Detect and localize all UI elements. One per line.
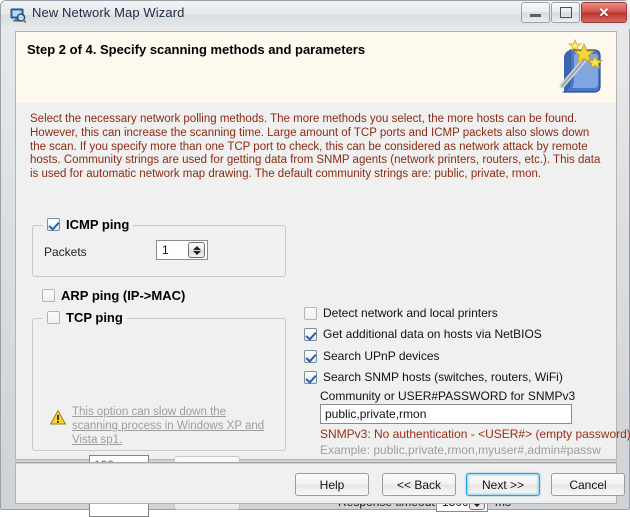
back-button[interactable]: << Back xyxy=(382,473,456,496)
checkbox-icon xyxy=(47,218,60,231)
page-title: Step 2 of 4. Specify scanning methods an… xyxy=(27,42,366,57)
snmpv3-warning: SNMPv3: No authentication - <USER#> (emp… xyxy=(320,427,630,441)
window-controls: ✕ xyxy=(520,2,627,24)
community-example: Example: public,private,rmon,myuser#,adm… xyxy=(320,443,601,457)
packets-label: Packets xyxy=(44,245,87,259)
warning-triangle-icon xyxy=(49,409,67,425)
detect-printers-label: Detect network and local printers xyxy=(323,306,498,320)
wizard-header: Step 2 of 4. Specify scanning methods an… xyxy=(15,31,617,103)
wizard-body: Select the necessary network polling met… xyxy=(15,103,630,517)
netbios-checkbox[interactable]: Get additional data on hosts via NetBIOS xyxy=(304,327,542,341)
description-text: Select the necessary network polling met… xyxy=(30,113,601,181)
arp-ping-checkbox[interactable]: ARP ping (IP->MAC) xyxy=(42,288,185,303)
detect-printers-checkbox[interactable]: Detect network and local printers xyxy=(304,306,498,320)
tcp-ping-label: TCP ping xyxy=(66,310,123,325)
window-title: New Network Map Wizard xyxy=(32,5,185,20)
restore-icon xyxy=(552,3,579,22)
checkbox-icon xyxy=(47,311,60,324)
netbios-label: Get additional data on hosts via NetBIOS xyxy=(323,327,542,341)
spinner-arrows-icon[interactable] xyxy=(188,242,205,258)
button-bar-separator xyxy=(15,462,617,463)
packets-stepper[interactable]: 1 xyxy=(156,240,208,260)
checkbox-icon xyxy=(304,327,317,341)
client-area: Step 2 of 4. Specify scanning methods an… xyxy=(6,29,630,517)
restore-button[interactable] xyxy=(551,2,580,23)
snmp-hosts-label: Search SNMP hosts (switches, routers, Wi… xyxy=(323,370,563,384)
close-button[interactable]: ✕ xyxy=(581,2,627,23)
icmp-ping-checkbox[interactable]: ICMP ping xyxy=(43,217,134,232)
community-input[interactable]: public,private,rmon xyxy=(320,404,572,424)
close-icon: ✕ xyxy=(598,5,610,20)
checkbox-icon xyxy=(304,349,317,363)
next-button[interactable]: Next >> xyxy=(466,473,540,496)
title-bar[interactable]: New Network Map Wizard ✕ xyxy=(1,1,630,29)
packets-value: 1 xyxy=(162,243,169,257)
tcp-ping-warning: This option can slow down the scanning p… xyxy=(72,406,265,446)
help-button[interactable]: Help xyxy=(295,473,369,496)
wizard-wand-icon xyxy=(550,38,608,98)
upnp-label: Search UPnP devices xyxy=(323,349,440,363)
wizard-window: New Network Map Wizard ✕ Step 2 of 4. Sp… xyxy=(0,0,630,517)
minimize-button[interactable] xyxy=(521,2,550,23)
checkbox-icon xyxy=(304,306,317,320)
network-map-app-icon xyxy=(10,7,27,23)
arp-ping-label: ARP ping (IP->MAC) xyxy=(61,288,186,303)
cancel-button[interactable]: Cancel xyxy=(551,473,625,496)
checkbox-icon xyxy=(304,370,317,384)
checkbox-icon xyxy=(42,289,55,302)
icmp-ping-label: ICMP ping xyxy=(66,217,130,232)
tcp-ping-checkbox[interactable]: TCP ping xyxy=(43,310,127,325)
upnp-checkbox[interactable]: Search UPnP devices xyxy=(304,349,440,363)
community-label: Community or USER#PASSWORD for SNMPv3 xyxy=(320,389,576,403)
snmp-hosts-checkbox[interactable]: Search SNMP hosts (switches, routers, Wi… xyxy=(304,370,563,384)
minimize-icon xyxy=(522,3,549,22)
